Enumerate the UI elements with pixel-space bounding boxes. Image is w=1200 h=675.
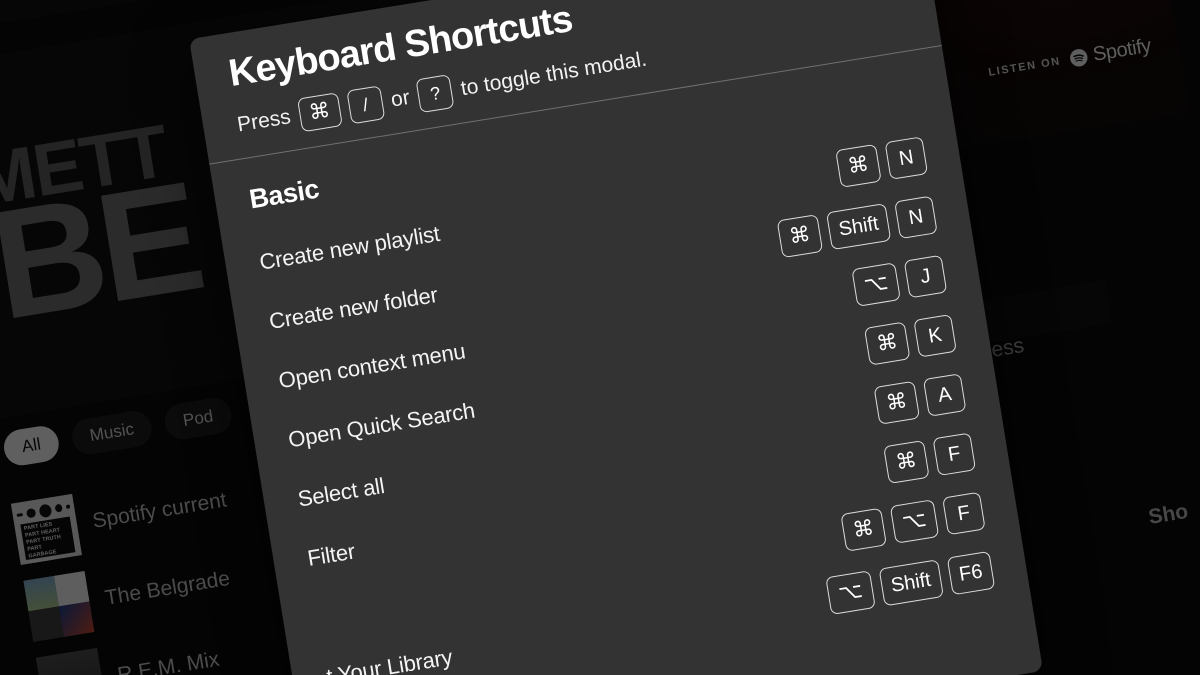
keycap-shift: Shift (878, 559, 944, 607)
keycap-j: J (903, 254, 948, 299)
keycap-option: ⌥ (889, 499, 940, 544)
keycap-f: F (932, 432, 977, 476)
keyboard-shortcuts-modal: Keyboard Shortcuts Press ⌘ / or ? to tog… (189, 0, 1044, 675)
keycap-option: ⌥ (825, 570, 876, 615)
keycap-question: ? (415, 73, 455, 113)
shortcut-keys: ⌘ F (883, 432, 977, 484)
keycap-command: ⌘ (835, 143, 882, 188)
keycap-f6: F6 (946, 550, 996, 596)
keycap-f: F (942, 491, 986, 536)
keycap-n: N (884, 136, 929, 180)
keycap-command: ⌘ (776, 213, 824, 259)
shortcut-keys: ⌘ A (873, 373, 967, 425)
toggle-hint-separator: or (389, 85, 412, 112)
keycap-command: ⌘ (883, 439, 930, 484)
keycap-command: ⌘ (296, 92, 343, 133)
keycap-a: A (922, 373, 967, 417)
keycap-slash: / (346, 85, 386, 125)
keycap-k: K (913, 313, 957, 358)
keycap-shift: Shift (825, 202, 892, 251)
keycap-command: ⌘ (840, 507, 887, 552)
keycap-n: N (894, 195, 938, 240)
shortcut-label: Create new folder (267, 281, 440, 334)
shortcut-label: t Your Library (324, 644, 455, 675)
shortcut-keys: ⌘ N (835, 136, 929, 188)
shortcut-rows: Create new playlist ⌘ N Create new folde… (255, 125, 997, 675)
keycap-command: ⌘ (873, 380, 921, 425)
screen: METT BE All Music Pod PART LIES PART HEA… (0, 0, 1200, 675)
shortcut-label: Filter (305, 538, 357, 571)
shortcut-keys: ⌥ J (851, 254, 948, 307)
keycap-option: ⌥ (851, 262, 901, 307)
keycap-command: ⌘ (863, 321, 911, 366)
toggle-hint-prefix: Press (235, 105, 293, 137)
toggle-hint-suffix: to toggle this modal. (459, 47, 649, 101)
shortcut-label: Select all (296, 472, 387, 512)
shortcut-keys: ⌘ K (863, 313, 957, 366)
